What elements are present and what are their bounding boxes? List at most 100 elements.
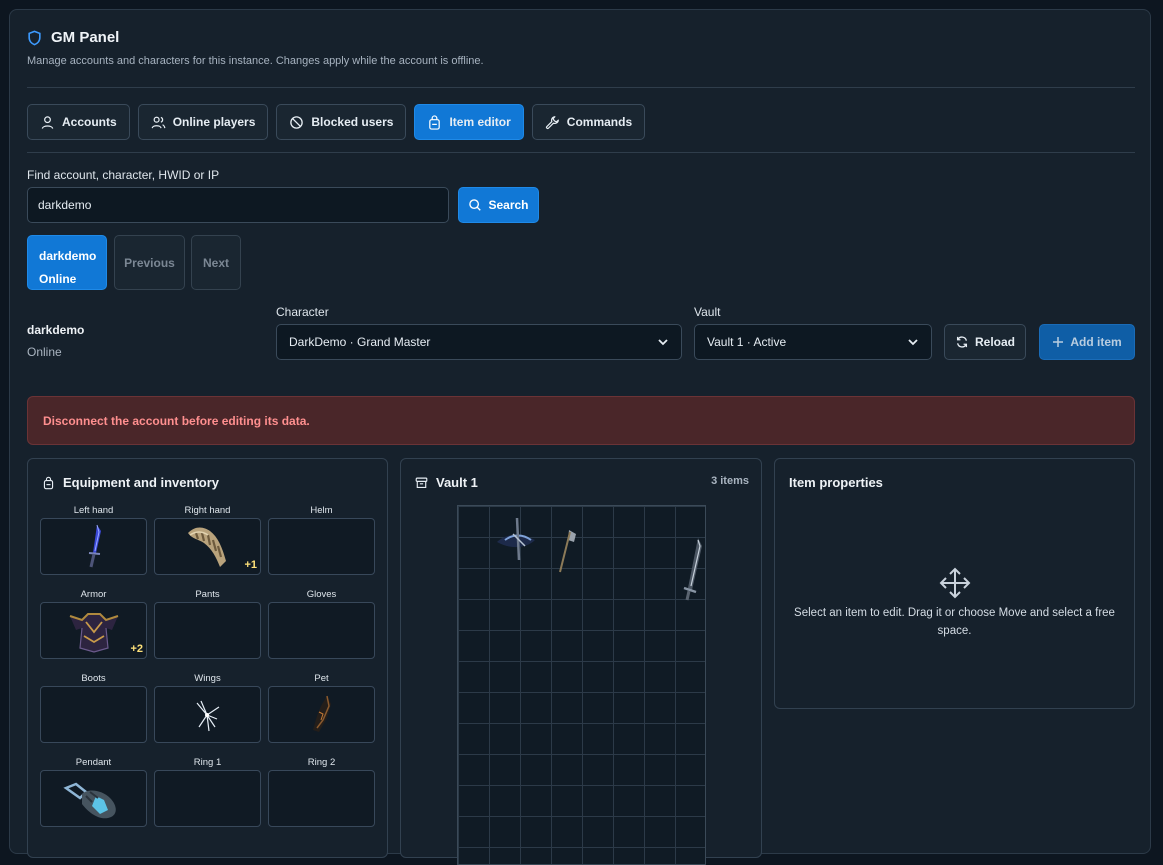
properties-empty-state: Select an item to edit. Drag it or choos… [775,567,1134,640]
slot-box[interactable] [154,602,261,659]
tab-label: Accounts [62,115,117,129]
slot-label: Boots [81,673,106,684]
vault-item-count: 3 items [711,475,749,487]
vault-title: Vault 1 [415,475,478,490]
panel-header: GM Panel [27,29,119,46]
item-level-badge: +1 [244,559,257,571]
slot-ring-1: Ring 1 [154,756,261,840]
slot-box[interactable]: +1 [154,518,261,575]
slot-box[interactable]: +2 [40,602,147,659]
equipment-slots: Left hand Right hand +1 Helm Armor +2 Pa… [40,504,375,840]
slot-left-hand: Left hand [40,504,147,588]
slot-gloves: Gloves [268,588,375,672]
equipment-title: Equipment and inventory [42,475,219,490]
bone-shield-icon [187,527,226,567]
tab-label: Item editor [449,115,511,129]
item-level-badge: +2 [130,643,143,655]
item-properties-card: Item properties Select an item to edit. … [774,458,1135,709]
vault-select[interactable]: Vault 1 · Active [694,324,932,360]
shield-icon [28,29,41,46]
search-button-label: Search [488,198,529,212]
slot-right-hand: Right hand +1 [154,504,261,588]
character-select-value: DarkDemo · Grand Master [289,335,431,349]
previous-button-label: Previous [124,255,175,270]
slot-box[interactable] [268,686,375,743]
add-item-button-label: Add item [1070,335,1122,349]
slot-label: Armor [80,589,107,600]
vault-select-value: Vault 1 · Active [707,335,787,349]
account-result-name: darkdemo [39,249,97,263]
slot-boots: Boots [40,672,147,756]
refresh-icon [956,336,968,348]
page-title: GM Panel [51,29,120,46]
previous-button[interactable]: Previous [114,235,185,290]
character-label: Character [276,305,329,319]
slot-helm: Helm [268,504,375,588]
next-button[interactable]: Next [191,235,241,290]
tab-commands[interactable]: Commands [531,104,646,140]
bag-icon [429,114,441,130]
crossbow-icon[interactable] [495,512,543,560]
users-icon [151,116,166,128]
slot-box[interactable] [40,686,147,743]
long-sword-icon[interactable] [678,536,706,602]
slot-box[interactable] [268,518,375,575]
white-wings-icon [196,700,219,731]
tab-online-players[interactable]: Online players [137,104,269,140]
archive-icon [415,477,428,488]
crystal-pendant-icon [62,782,116,818]
next-button-label: Next [202,255,229,270]
slot-armor: Armor +2 [40,588,147,672]
gm-panel: GM Panel Manage accounts and characters … [9,9,1151,865]
slot-pendant: Pendant [40,756,147,840]
wrench-icon [545,115,559,129]
slot-ring-2: Ring 2 [268,756,375,840]
dark-armor-icon [69,612,118,653]
account-result-chip[interactable]: darkdemo Online [27,235,107,290]
ban-icon [290,115,304,129]
search-input[interactable]: darkdemo [27,187,449,223]
slot-pet: Pet [268,672,375,756]
vault-title-text: Vault 1 [436,475,478,490]
tab-bar: Accounts Online players Blocked users It… [27,104,646,140]
tab-item-editor[interactable]: Item editor [414,104,524,140]
search-icon [469,199,482,211]
slot-label: Helm [310,505,333,516]
slot-label: Right hand [184,505,231,516]
properties-empty-text: Select an item to edit. Drag it or choos… [794,607,1115,637]
page-subtitle: Manage accounts and characters for this … [27,55,484,67]
divider [27,87,1135,88]
slot-box[interactable] [268,602,375,659]
tab-blocked-users[interactable]: Blocked users [276,104,407,140]
properties-title-text: Item properties [789,475,883,490]
slot-box[interactable] [154,686,261,743]
slot-box[interactable] [154,770,261,827]
vault-label: Vault [694,305,721,319]
add-item-button[interactable]: Add item [1039,324,1135,360]
account-result-status: Online [39,272,77,286]
reload-button-label: Reload [974,335,1015,349]
slot-box[interactable] [40,770,147,827]
user-icon [41,115,54,129]
equipment-title-text: Equipment and inventory [63,475,220,490]
slot-box[interactable] [40,518,147,575]
search-label: Find account, character, HWID or IP [27,168,220,182]
blue-dagger-icon [88,524,101,567]
search-button[interactable]: Search [458,187,539,223]
tab-label: Blocked users [311,115,394,129]
slot-pants: Pants [154,588,261,672]
character-select[interactable]: DarkDemo · Grand Master [276,324,682,360]
chevron-down-icon [908,339,918,346]
account-name: darkdemo [27,323,85,337]
slot-label: Left hand [73,505,114,516]
slot-label: Pendant [75,757,112,768]
vault-grid[interactable] [457,505,706,865]
divider [27,152,1135,153]
slot-label: Ring 2 [307,757,336,768]
dark-pet-icon [312,695,331,732]
vault-card: Vault 1 3 items [400,458,762,865]
slot-box[interactable] [268,770,375,827]
tab-accounts[interactable]: Accounts [27,104,130,140]
axe-icon[interactable] [554,526,580,574]
reload-button[interactable]: Reload [944,324,1026,360]
